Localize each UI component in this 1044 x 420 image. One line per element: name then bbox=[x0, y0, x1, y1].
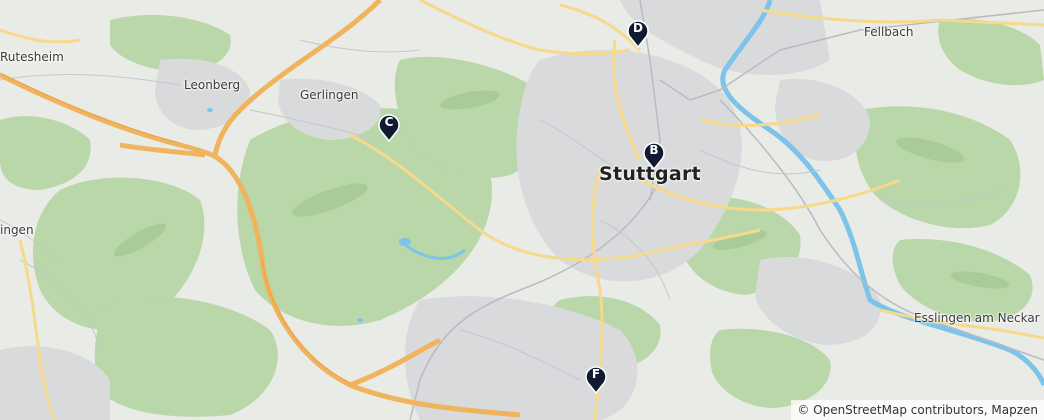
map-marker-f[interactable]: F bbox=[584, 364, 608, 394]
place-label-rutesheim: Rutesheim bbox=[0, 50, 64, 64]
place-label-leonberg: Leonberg bbox=[184, 78, 241, 92]
place-label-gerlingen: Gerlingen bbox=[300, 88, 359, 102]
marker-label: F bbox=[591, 367, 601, 381]
place-label-ingen: ingen bbox=[0, 223, 34, 237]
map-marker-d[interactable]: D bbox=[626, 18, 650, 48]
marker-label: B bbox=[649, 143, 659, 157]
place-label-fellbach: Fellbach bbox=[864, 25, 914, 39]
map-attribution[interactable]: © OpenStreetMap contributors, Mapzen bbox=[791, 400, 1044, 420]
place-label-esslingen: Esslingen am Neckar bbox=[914, 311, 1040, 325]
map-view[interactable]: Rutesheim Leonberg Gerlingen Stuttgart F… bbox=[0, 0, 1044, 420]
marker-label: C bbox=[384, 115, 394, 129]
map-marker-c[interactable]: C bbox=[377, 112, 401, 142]
map-base-layer[interactable] bbox=[0, 0, 1044, 420]
map-marker-b[interactable]: B bbox=[642, 140, 666, 170]
marker-label: D bbox=[633, 21, 643, 35]
